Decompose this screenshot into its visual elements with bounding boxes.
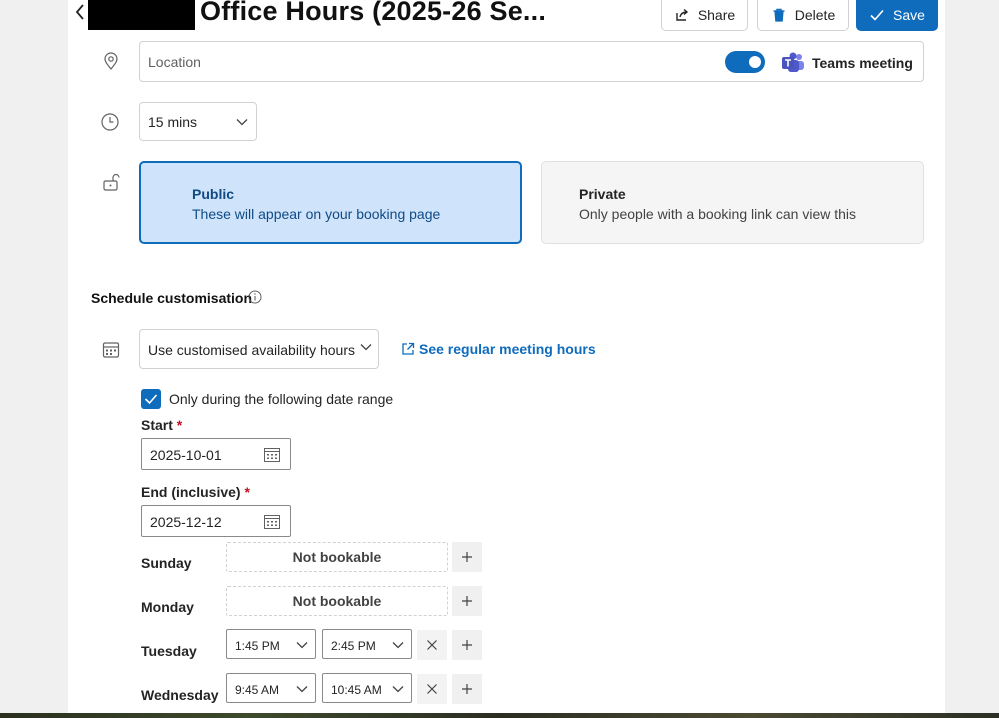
calendar-grid-icon: [101, 340, 121, 360]
toggle-knob: [749, 56, 761, 68]
day-label-monday: Monday: [141, 599, 194, 615]
clock-icon: [100, 112, 120, 132]
schedule-section-title: Schedule customisation: [91, 290, 253, 306]
calendar-icon[interactable]: [263, 513, 281, 531]
date-range-checkbox[interactable]: [141, 389, 161, 409]
end-date-input[interactable]: 2025-12-12: [141, 505, 291, 537]
day-label-sunday: Sunday: [141, 555, 192, 571]
private-title: Private: [579, 186, 626, 202]
share-label: Share: [697, 7, 736, 23]
public-title: Public: [192, 186, 235, 202]
page-background-right: [945, 0, 999, 718]
tuesday-start-time: 1:45 PM: [235, 639, 280, 653]
wednesday-end-time: 10:45 AM: [331, 683, 382, 697]
chevron-left-icon: [75, 4, 84, 20]
chevron-down-icon: [392, 686, 404, 693]
end-label: End (inclusive) *: [141, 484, 250, 500]
trash-icon: [773, 8, 785, 22]
day-label-tuesday: Tuesday: [141, 643, 197, 659]
end-date-value: 2025-12-12: [150, 514, 222, 530]
back-button[interactable]: [74, 2, 88, 24]
info-icon[interactable]: [248, 290, 262, 304]
private-description: Only people with a booking link can view…: [579, 206, 857, 222]
share-icon: [676, 8, 688, 21]
see-regular-hours-label: See regular meeting hours: [419, 341, 596, 357]
location-pin-icon: [101, 51, 121, 71]
wednesday-remove-button[interactable]: [417, 674, 447, 704]
required-mark: *: [244, 484, 250, 500]
day-label-wednesday: Wednesday: [141, 687, 219, 703]
calendar-icon[interactable]: [263, 446, 281, 464]
checkmark-icon: [870, 9, 884, 21]
close-icon: [427, 684, 437, 694]
plus-icon: [462, 640, 472, 650]
close-icon: [427, 640, 437, 650]
tuesday-start-time-select[interactable]: 1:45 PM: [226, 629, 316, 659]
desktop-wallpaper-strip: [0, 713, 999, 718]
start-label-text: Start: [141, 417, 173, 433]
required-mark: *: [176, 417, 183, 433]
checkmark-icon: [144, 394, 158, 405]
save-button[interactable]: Save: [856, 0, 938, 31]
start-date-value: 2025-10-01: [150, 447, 222, 463]
sunday-not-bookable: Not bookable: [226, 542, 448, 572]
monday-add-button[interactable]: [452, 586, 482, 616]
tuesday-add-button[interactable]: [452, 630, 482, 660]
redacted-title-prefix: [88, 0, 195, 30]
chevron-down-icon: [236, 119, 248, 126]
delete-button[interactable]: Delete: [757, 0, 849, 31]
end-label-text: End (inclusive): [141, 484, 241, 500]
teams-meeting-toggle[interactable]: [725, 51, 765, 73]
teams-icon: [781, 52, 805, 74]
tuesday-end-time: 2:45 PM: [331, 639, 376, 653]
chevron-down-icon: [296, 642, 308, 649]
save-label: Save: [893, 7, 925, 23]
wednesday-end-time-select[interactable]: 10:45 AM: [322, 673, 412, 703]
visibility-private-card[interactable]: Private Only people with a booking link …: [541, 161, 924, 244]
open-external-icon: [402, 342, 415, 355]
availability-value: Use customised availability hours: [148, 342, 355, 358]
duration-value: 15 mins: [148, 114, 198, 130]
page-title: Office Hours (2025-26 Se...: [200, 0, 547, 26]
tuesday-end-time-select[interactable]: 2:45 PM: [322, 629, 412, 659]
location-placeholder: Location: [148, 54, 201, 70]
location-input[interactable]: [139, 41, 924, 82]
share-button[interactable]: Share: [661, 0, 748, 31]
plus-icon: [462, 596, 472, 606]
page-background-left: [0, 0, 68, 718]
public-description: These will appear on your booking page: [192, 206, 441, 222]
start-label: Start *: [141, 417, 182, 433]
plus-icon: [462, 552, 472, 562]
unlock-icon: [101, 172, 121, 192]
tuesday-remove-button[interactable]: [417, 630, 447, 660]
chevron-down-icon: [296, 686, 308, 693]
chevron-down-icon: [360, 344, 372, 351]
chevron-down-icon: [392, 642, 404, 649]
wednesday-start-time: 9:45 AM: [235, 683, 280, 697]
monday-not-bookable: Not bookable: [226, 586, 448, 616]
visibility-public-card[interactable]: Public These will appear on your booking…: [139, 161, 522, 244]
delete-label: Delete: [794, 7, 836, 23]
date-range-label: Only during the following date range: [169, 391, 394, 407]
teams-meeting-label: Teams meeting: [812, 55, 913, 71]
wednesday-add-button[interactable]: [452, 674, 482, 704]
start-date-input[interactable]: 2025-10-01: [141, 438, 291, 470]
see-regular-hours-link[interactable]: See regular meeting hours: [401, 341, 596, 357]
sunday-add-button[interactable]: [452, 542, 482, 572]
plus-icon: [462, 684, 472, 694]
wednesday-start-time-select[interactable]: 9:45 AM: [226, 673, 316, 703]
